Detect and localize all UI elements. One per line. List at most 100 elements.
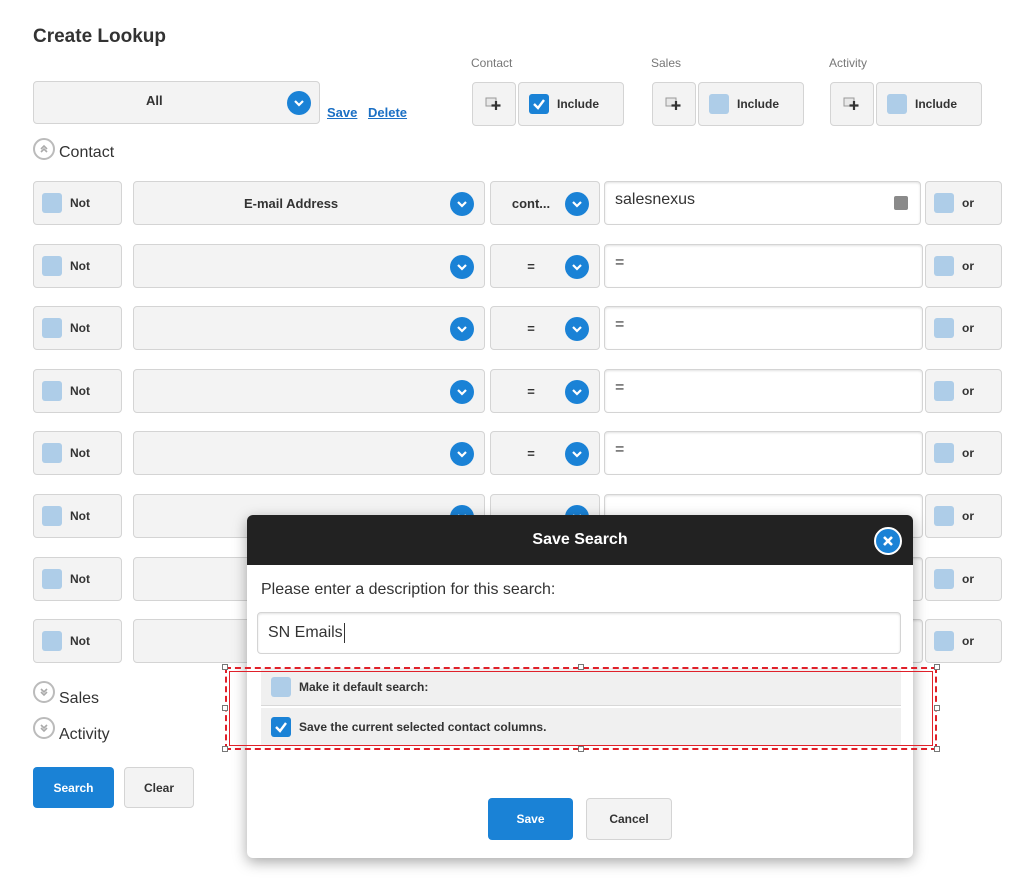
or-checkbox[interactable]	[934, 193, 954, 213]
activity-section-toggle[interactable]: Activity	[33, 712, 110, 744]
or-toggle[interactable]: or	[925, 619, 1002, 663]
selection-handle	[222, 705, 228, 711]
or-toggle[interactable]: or	[925, 306, 1002, 350]
or-checkbox[interactable]	[934, 569, 954, 589]
lookup-select[interactable]: All	[33, 81, 320, 124]
delete-lookup-link[interactable]: Delete	[368, 105, 407, 120]
not-toggle[interactable]: Not	[33, 431, 122, 475]
include-activity-checkbox[interactable]	[887, 94, 907, 114]
field-select-value: E-mail Address	[244, 196, 339, 211]
or-label: or	[962, 572, 974, 586]
or-checkbox[interactable]	[934, 381, 954, 401]
or-checkbox[interactable]	[934, 256, 954, 276]
not-toggle[interactable]: Not	[33, 619, 122, 663]
not-checkbox[interactable]	[42, 318, 62, 338]
field-select[interactable]	[133, 306, 485, 350]
or-label: or	[962, 196, 974, 210]
clear-button[interactable]: Clear	[124, 767, 194, 808]
save-lookup-link[interactable]: Save	[327, 105, 357, 120]
not-checkbox[interactable]	[42, 631, 62, 651]
or-toggle[interactable]: or	[925, 369, 1002, 413]
value-input-text: =	[615, 254, 625, 271]
not-checkbox[interactable]	[42, 443, 62, 463]
operator-select[interactable]: =	[490, 244, 600, 288]
chevron-down-icon[interactable]	[287, 91, 311, 115]
add-sales-column-button[interactable]	[652, 82, 696, 126]
chevron-down-icon[interactable]	[450, 255, 474, 279]
check-icon	[533, 99, 545, 110]
operator-select[interactable]: =	[490, 369, 600, 413]
value-input[interactable]: =	[604, 431, 923, 475]
selection-handle	[934, 746, 940, 752]
not-checkbox[interactable]	[42, 381, 62, 401]
or-toggle[interactable]: or	[925, 494, 1002, 538]
close-icon[interactable]	[874, 527, 902, 555]
not-toggle[interactable]: Not	[33, 557, 122, 601]
chevron-down-icon[interactable]	[565, 442, 589, 466]
value-input-text: =	[615, 316, 625, 333]
or-checkbox[interactable]	[934, 506, 954, 526]
or-checkbox[interactable]	[934, 443, 954, 463]
value-input[interactable]: =	[604, 244, 923, 288]
dialog-cancel-button[interactable]: Cancel	[586, 798, 672, 840]
sales-section-toggle[interactable]: Sales	[33, 676, 99, 708]
field-select[interactable]: E-mail Address	[133, 181, 485, 225]
collapse-icon	[33, 138, 55, 160]
operator-select-value: =	[527, 384, 535, 399]
add-activity-column-button[interactable]	[830, 82, 874, 126]
not-checkbox[interactable]	[42, 569, 62, 589]
or-checkbox[interactable]	[934, 318, 954, 338]
or-checkbox[interactable]	[934, 631, 954, 651]
not-toggle[interactable]: Not	[33, 494, 122, 538]
search-button[interactable]: Search	[33, 767, 114, 808]
chevron-down-icon[interactable]	[450, 442, 474, 466]
field-select[interactable]	[133, 431, 485, 475]
value-input[interactable]: =	[604, 306, 923, 350]
not-toggle[interactable]: Not	[33, 306, 122, 350]
include-activity-toggle[interactable]: Include	[876, 82, 982, 126]
operator-select-value: cont...	[511, 196, 551, 211]
add-contact-column-button[interactable]	[472, 82, 516, 126]
operator-select[interactable]: =	[490, 306, 600, 350]
dialog-save-button[interactable]: Save	[488, 798, 573, 840]
chevron-down-icon[interactable]	[565, 192, 589, 216]
or-toggle[interactable]: or	[925, 431, 1002, 475]
search-description-input[interactable]: SN Emails	[257, 612, 901, 654]
operator-select[interactable]: =	[490, 431, 600, 475]
include-contact-toggle[interactable]: Include	[518, 82, 624, 126]
or-toggle[interactable]: or	[925, 181, 1002, 225]
not-label: Not	[70, 259, 90, 273]
or-toggle[interactable]: or	[925, 557, 1002, 601]
contact-section-toggle[interactable]: Contact	[33, 136, 114, 162]
chevron-down-icon[interactable]	[565, 255, 589, 279]
chevron-down-icon[interactable]	[450, 317, 474, 341]
chevron-down-icon[interactable]	[450, 380, 474, 404]
chevron-down-icon[interactable]	[565, 380, 589, 404]
not-toggle[interactable]: Not	[33, 244, 122, 288]
field-select[interactable]	[133, 369, 485, 413]
field-select[interactable]	[133, 244, 485, 288]
value-input[interactable]: =	[604, 369, 923, 413]
or-toggle[interactable]: or	[925, 244, 1002, 288]
column-heading-contact: Contact	[471, 56, 513, 70]
text-cursor	[343, 623, 345, 643]
not-checkbox[interactable]	[42, 193, 62, 213]
include-contact-checkbox[interactable]	[529, 94, 549, 114]
not-toggle[interactable]: Not	[33, 181, 122, 225]
not-checkbox[interactable]	[42, 506, 62, 526]
operator-select[interactable]: cont...	[490, 181, 600, 225]
contact-section-label: Contact	[59, 144, 115, 161]
not-checkbox[interactable]	[42, 256, 62, 276]
value-input[interactable]: salesnexus	[604, 181, 921, 225]
include-contact-label: Include	[557, 97, 600, 111]
add-icon	[485, 97, 501, 110]
chevron-down-icon[interactable]	[565, 317, 589, 341]
lookup-icon[interactable]	[894, 196, 908, 210]
not-label: Not	[70, 384, 90, 398]
include-sales-checkbox[interactable]	[709, 94, 729, 114]
include-sales-toggle[interactable]: Include	[698, 82, 804, 126]
selection-handle	[578, 664, 584, 670]
chevron-down-icon[interactable]	[450, 192, 474, 216]
column-heading-sales: Sales	[651, 56, 682, 70]
not-toggle[interactable]: Not	[33, 369, 122, 413]
